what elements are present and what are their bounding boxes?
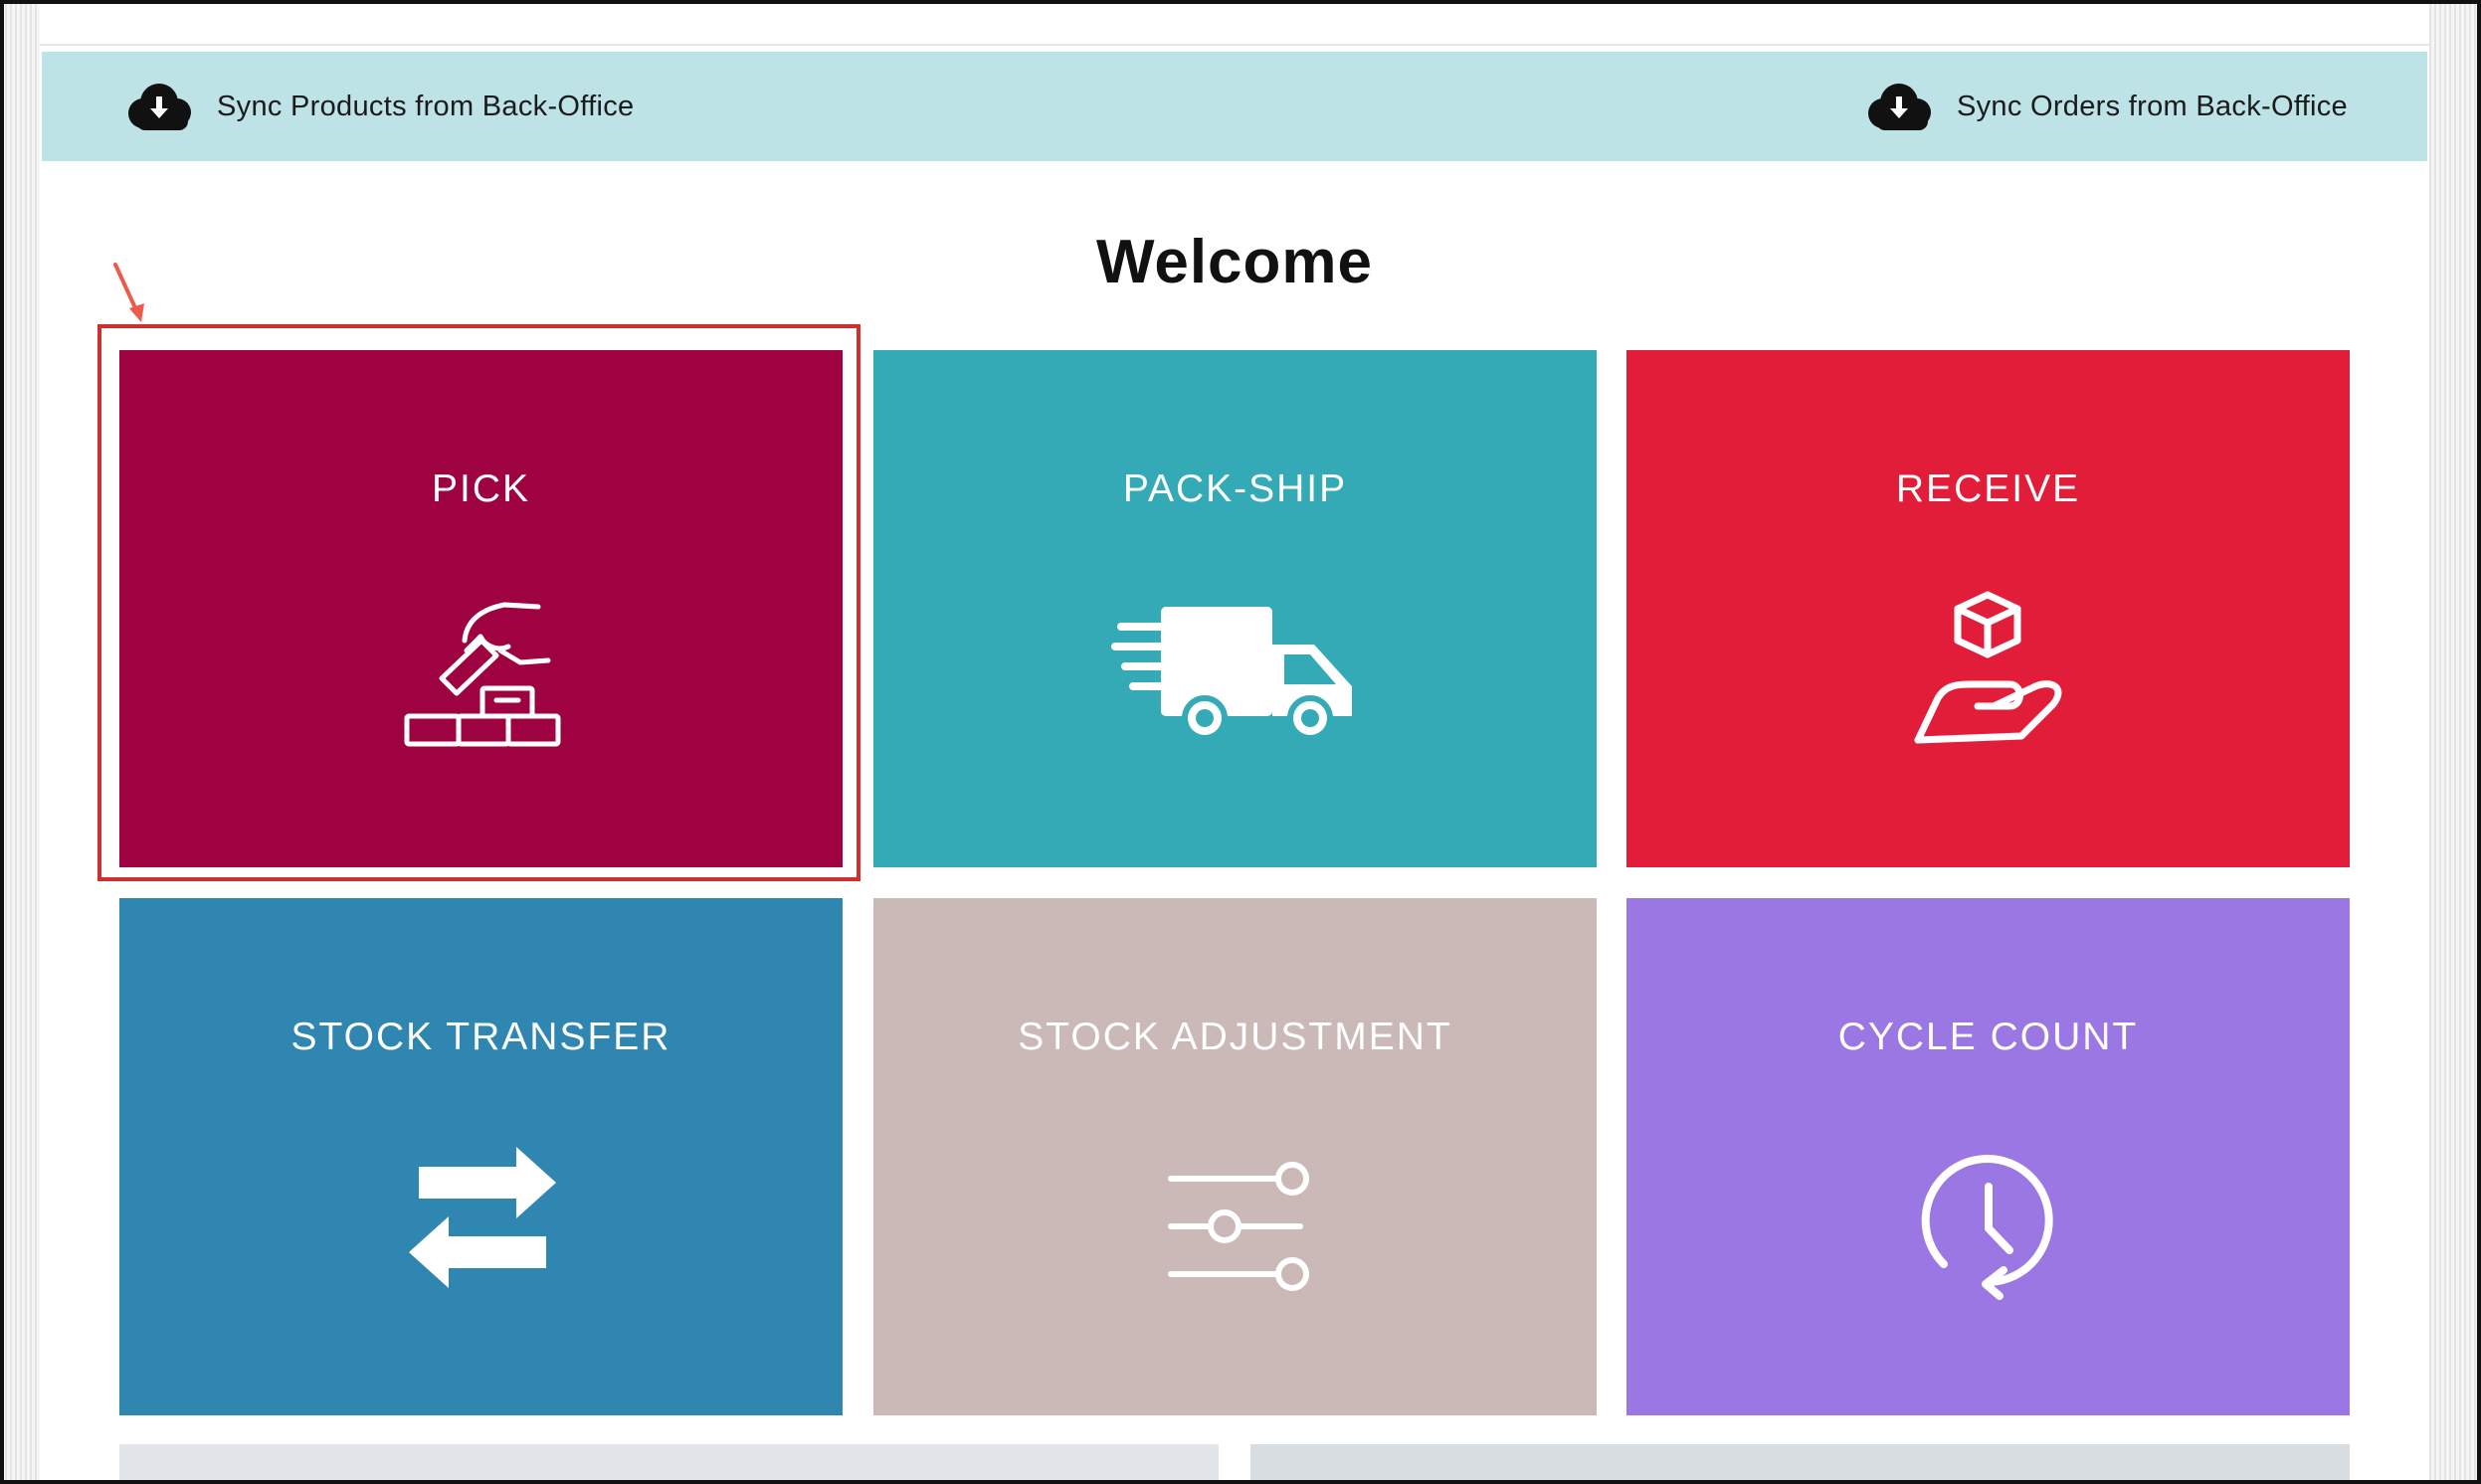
transfer-arrows-icon bbox=[119, 1137, 843, 1306]
sync-products-button[interactable]: Sync Products from Back-Office bbox=[121, 52, 634, 161]
tile-stock-transfer-label: STOCK TRANSFER bbox=[290, 1016, 671, 1058]
sliders-icon bbox=[873, 1137, 1597, 1306]
cloud-download-icon bbox=[121, 82, 217, 131]
main-page: Sync Products from Back-Office Sync Orde… bbox=[40, 0, 2429, 1484]
tile-pack-ship[interactable]: PACK-SHIP bbox=[873, 350, 1597, 867]
pick-tile-highlight bbox=[97, 324, 860, 881]
cloud-download-icon bbox=[1861, 82, 1957, 131]
tile-stock-transfer[interactable]: STOCK TRANSFER bbox=[119, 898, 843, 1415]
clock-history-icon bbox=[1626, 1137, 2350, 1306]
sync-orders-button[interactable]: Sync Orders from Back-Office bbox=[1861, 52, 2348, 161]
left-background-strip bbox=[0, 0, 40, 1484]
delivery-truck-icon bbox=[873, 589, 1597, 758]
tile-stock-adjustment-label: STOCK ADJUSTMENT bbox=[1018, 1016, 1452, 1058]
tile-receive[interactable]: RECEIVE bbox=[1626, 350, 2350, 867]
header-divider bbox=[40, 44, 2429, 46]
sync-orders-label: Sync Orders from Back-Office bbox=[1956, 90, 2348, 122]
right-scrollbar-strip[interactable] bbox=[2429, 0, 2481, 1484]
annotation-arrow-icon bbox=[111, 261, 151, 329]
tile-stock-adjustment[interactable]: STOCK ADJUSTMENT bbox=[873, 898, 1597, 1415]
tile-pack-ship-label: PACK-SHIP bbox=[1122, 467, 1348, 510]
hand-box-icon bbox=[1626, 589, 2350, 758]
tile-cycle-count-label: CYCLE COUNT bbox=[1837, 1016, 2139, 1058]
sync-products-label: Sync Products from Back-Office bbox=[217, 90, 635, 122]
tile-cycle-count[interactable]: CYCLE COUNT bbox=[1626, 898, 2350, 1415]
page-title: Welcome bbox=[1095, 228, 1374, 296]
tile-receive-label: RECEIVE bbox=[1895, 467, 2081, 510]
sync-toolbar: Sync Products from Back-Office Sync Orde… bbox=[42, 52, 2427, 161]
bottom-panel-right bbox=[1250, 1444, 2350, 1484]
bottom-panel-left bbox=[119, 1444, 1219, 1484]
